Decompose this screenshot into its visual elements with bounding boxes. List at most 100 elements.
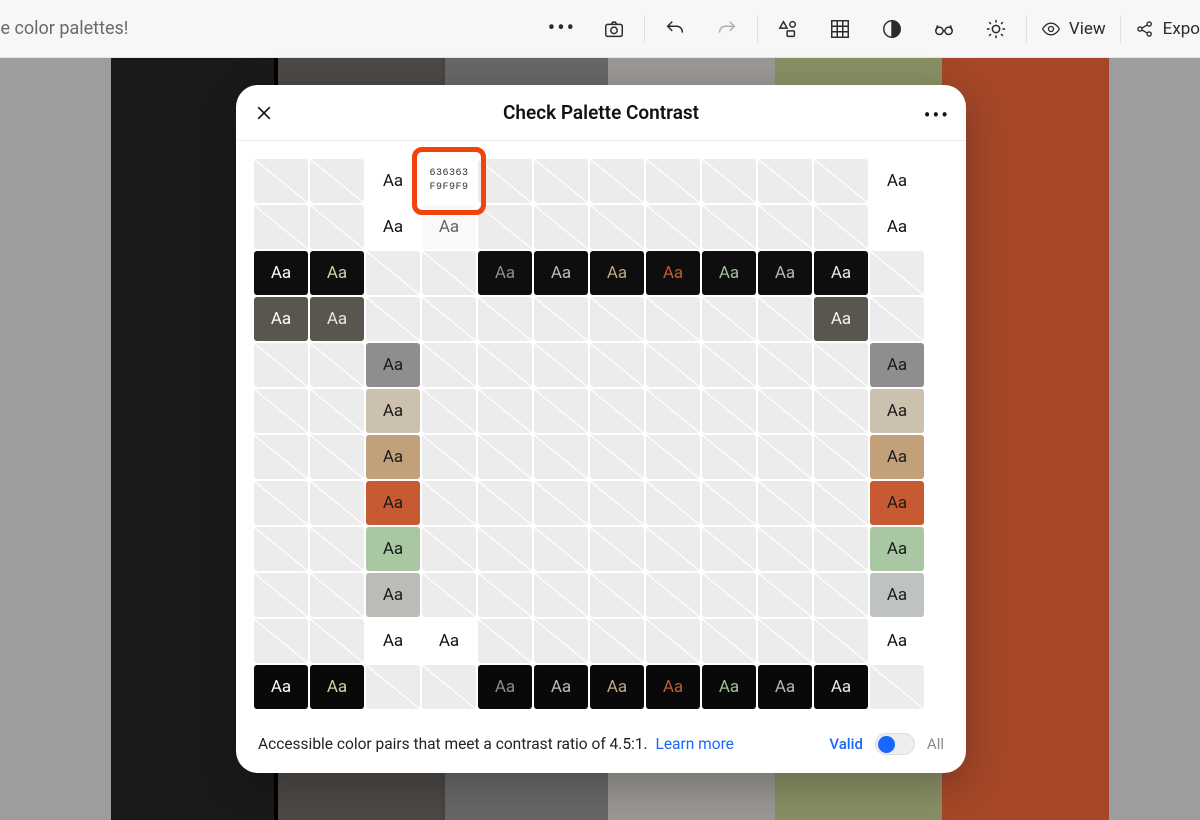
contrast-cell-empty[interactable] <box>758 297 812 341</box>
contrast-cell[interactable]: Aa <box>254 665 308 709</box>
contrast-cell-empty[interactable] <box>254 619 308 663</box>
contrast-cell-empty[interactable] <box>758 343 812 387</box>
contrast-cell[interactable]: Aa <box>870 435 924 479</box>
contrast-cell[interactable]: Aa <box>702 251 756 295</box>
contrast-cell[interactable]: Aa <box>422 205 476 249</box>
contrast-cell-empty[interactable] <box>814 619 868 663</box>
palette-stripe[interactable] <box>1109 58 1200 820</box>
contrast-cell-empty[interactable] <box>310 435 364 479</box>
all-label[interactable]: All <box>927 735 944 753</box>
contrast-cell-empty[interactable] <box>870 251 924 295</box>
contrast-cell[interactable]: Aa <box>254 297 308 341</box>
contrast-cell-empty[interactable] <box>590 527 644 571</box>
contrast-cell[interactable]: Aa <box>590 251 644 295</box>
contrast-cell-empty[interactable] <box>702 527 756 571</box>
contrast-cell-empty[interactable] <box>814 389 868 433</box>
contrast-cell-empty[interactable] <box>758 389 812 433</box>
contrast-cell-empty[interactable] <box>366 297 420 341</box>
contrast-cell-empty[interactable] <box>758 205 812 249</box>
contrast-cell-empty[interactable] <box>254 343 308 387</box>
contrast-cell-empty[interactable] <box>534 297 588 341</box>
contrast-cell[interactable]: Aa <box>366 389 420 433</box>
modal-menu-button[interactable]: ••• <box>924 103 950 127</box>
contrast-cell-empty[interactable] <box>534 343 588 387</box>
brightness-button[interactable] <box>970 0 1022 58</box>
contrast-cell-empty[interactable] <box>422 297 476 341</box>
contrast-cell-empty[interactable] <box>478 343 532 387</box>
contrast-cell[interactable]: Aa <box>758 251 812 295</box>
contrast-cell-empty[interactable] <box>478 205 532 249</box>
contrast-cell[interactable]: Aa <box>870 481 924 525</box>
shapes-button[interactable] <box>762 0 814 58</box>
contrast-cell-empty[interactable] <box>646 619 700 663</box>
palette-stripe[interactable] <box>0 58 111 820</box>
contrast-cell-empty[interactable] <box>310 573 364 617</box>
contrast-cell-empty[interactable] <box>254 205 308 249</box>
contrast-cell-empty[interactable] <box>870 665 924 709</box>
contrast-cell-empty[interactable] <box>478 297 532 341</box>
contrast-cell[interactable]: Aa <box>870 619 924 663</box>
contrast-cell[interactable]: Aa <box>814 251 868 295</box>
contrast-cell-empty[interactable] <box>590 389 644 433</box>
contrast-cell-empty[interactable] <box>702 435 756 479</box>
contrast-cell-empty[interactable] <box>310 481 364 525</box>
contrast-cell[interactable]: Aa <box>646 251 700 295</box>
contrast-cell-empty[interactable] <box>590 159 644 203</box>
palette-stripe[interactable] <box>942 58 1109 820</box>
contrast-cell-empty[interactable] <box>534 573 588 617</box>
contrast-cell-empty[interactable] <box>254 527 308 571</box>
contrast-cell-empty[interactable] <box>478 619 532 663</box>
contrast-cell[interactable]: Aa <box>366 205 420 249</box>
contrast-cell[interactable]: Aa <box>310 297 364 341</box>
contrast-cell[interactable]: Aa <box>366 343 420 387</box>
redo-button[interactable] <box>701 0 753 58</box>
contrast-cell-empty[interactable] <box>366 665 420 709</box>
contrast-cell-empty[interactable] <box>814 435 868 479</box>
contrast-cell-empty[interactable] <box>702 297 756 341</box>
contrast-cell-empty[interactable] <box>870 297 924 341</box>
view-button[interactable]: View <box>1031 0 1116 58</box>
contrast-cell-empty[interactable] <box>758 159 812 203</box>
contrast-cell-empty[interactable] <box>534 159 588 203</box>
contrast-cell-empty[interactable] <box>366 251 420 295</box>
export-button[interactable]: Expo <box>1125 0 1200 58</box>
contrast-cell-empty[interactable] <box>590 435 644 479</box>
contrast-cell[interactable]: Aa <box>366 159 420 203</box>
contrast-cell-empty[interactable] <box>646 205 700 249</box>
contrast-cell[interactable]: Aa <box>310 665 364 709</box>
contrast-cell-empty[interactable] <box>758 527 812 571</box>
contrast-cell[interactable]: Aa <box>366 481 420 525</box>
contrast-cell-empty[interactable] <box>646 481 700 525</box>
contrast-cell-empty[interactable] <box>814 527 868 571</box>
contrast-cell-empty[interactable] <box>478 573 532 617</box>
contrast-cell-empty[interactable] <box>646 389 700 433</box>
contrast-cell-empty[interactable] <box>310 205 364 249</box>
contrast-cell[interactable]: Aa <box>702 665 756 709</box>
contrast-cell-empty[interactable] <box>702 205 756 249</box>
contrast-cell-empty[interactable] <box>534 481 588 525</box>
contrast-cell-empty[interactable] <box>814 205 868 249</box>
contrast-cell-empty[interactable] <box>534 619 588 663</box>
contrast-cell[interactable]: Aa <box>646 665 700 709</box>
contrast-cell-empty[interactable] <box>646 527 700 571</box>
contrast-cell-empty[interactable] <box>590 343 644 387</box>
contrast-cell[interactable]: Aa <box>534 251 588 295</box>
contrast-cell-empty[interactable] <box>478 527 532 571</box>
camera-button[interactable] <box>588 0 640 58</box>
contrast-cell-empty[interactable] <box>814 343 868 387</box>
undo-button[interactable] <box>649 0 701 58</box>
contrast-cell-empty[interactable] <box>646 435 700 479</box>
contrast-cell-empty[interactable] <box>814 573 868 617</box>
contrast-cell-empty[interactable] <box>478 435 532 479</box>
contrast-cell-empty[interactable] <box>534 527 588 571</box>
contrast-cell-empty[interactable] <box>478 389 532 433</box>
learn-more-link[interactable]: Learn more <box>655 735 733 753</box>
contrast-cell-empty[interactable] <box>590 297 644 341</box>
contrast-cell[interactable]: Aa <box>478 251 532 295</box>
contrast-cell-empty[interactable] <box>646 159 700 203</box>
contrast-cell-empty[interactable] <box>478 481 532 525</box>
contrast-cell-empty[interactable] <box>702 343 756 387</box>
contrast-cell[interactable]: Aa <box>814 297 868 341</box>
valid-all-switch[interactable] <box>875 733 915 755</box>
contrast-cell-empty[interactable] <box>590 573 644 617</box>
